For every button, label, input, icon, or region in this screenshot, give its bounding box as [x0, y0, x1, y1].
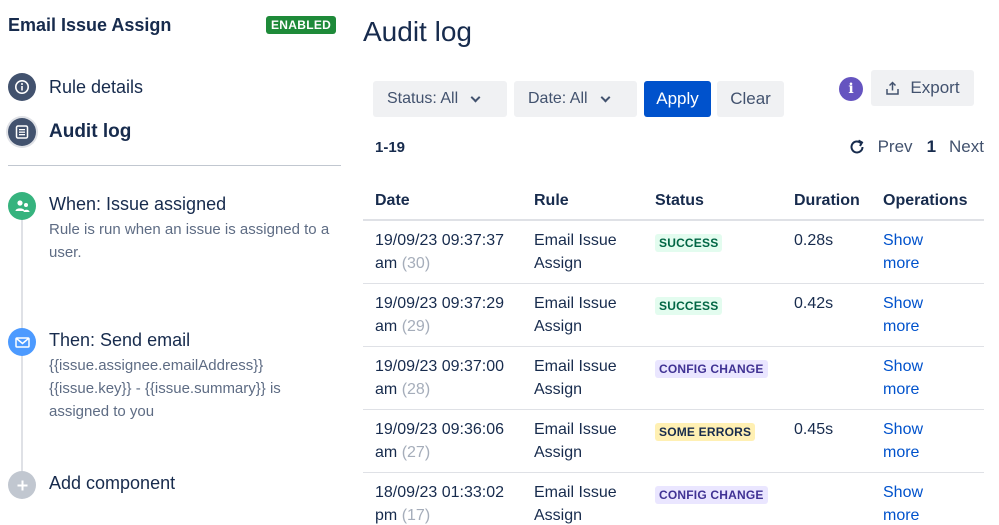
status-lozenge: CONFIG CHANGE	[655, 486, 768, 504]
row-date-text: 19/09/23 09:36:06 am	[375, 421, 505, 461]
table-row: 18/09/23 01:33:02 pm (17) Email Issue Ass…	[363, 473, 984, 525]
status-filter-label: Status: All	[387, 90, 459, 107]
column-header-date: Date	[375, 192, 410, 209]
row-duration: 0.42s	[794, 295, 834, 312]
status-badge[interactable]: ENABLED	[266, 16, 337, 34]
date-filter-label: Date: All	[528, 90, 588, 107]
row-rule: Email Issue Assign	[534, 358, 617, 398]
status-lozenge: CONFIG CHANGE	[655, 360, 768, 378]
row-rule: Email Issue Assign	[534, 484, 617, 524]
export-icon	[886, 80, 900, 95]
row-rule: Email Issue Assign	[534, 295, 617, 335]
component-title: Then: Send email	[49, 330, 191, 350]
result-range: 1-19	[375, 139, 406, 156]
sidebar: Email Issue Assign ENABLED Rule details …	[0, 0, 350, 525]
audit-table: Date Rule Status Duration Operations 19/…	[363, 182, 984, 525]
row-duration: 0.45s	[794, 421, 834, 438]
row-run-count: (28)	[401, 381, 431, 398]
component-title: When: Issue assigned	[49, 194, 227, 214]
row-date: 19/09/23 09:36:06 am (27)	[375, 418, 525, 464]
table-row: 19/09/23 09:36:06 am (27) Email Issue Ass…	[363, 410, 984, 473]
row-rule: Email Issue Assign	[534, 232, 617, 272]
clear-button[interactable]: Clear	[717, 81, 784, 117]
row-date: 19/09/23 09:37:00 am (28)	[375, 355, 525, 401]
next-page-button[interactable]: Next	[949, 137, 984, 157]
row-operations: Show more	[883, 418, 943, 464]
info-icon[interactable]: i	[839, 77, 863, 101]
plus-icon	[8, 471, 36, 499]
chevron-down-icon	[600, 92, 611, 102]
row-date-text: 19/09/23 09:37:37 am	[375, 232, 505, 272]
row-run-count: (30)	[401, 255, 431, 272]
pagination: Prev 1 Next	[848, 137, 984, 157]
row-run-count: (27)	[401, 444, 431, 461]
status-filter-dropdown[interactable]: Status: All	[373, 81, 507, 117]
refresh-icon[interactable]	[848, 138, 878, 156]
row-date-text: 19/09/23 09:37:29 am	[375, 295, 505, 335]
prev-page-button[interactable]: Prev	[878, 137, 913, 157]
row-operations: Show more	[883, 292, 943, 338]
sidebar-item-label: Rule details	[49, 76, 144, 97]
column-header-rule: Rule	[534, 192, 569, 209]
apply-button[interactable]: Apply	[644, 81, 711, 117]
status-lozenge: SUCCESS	[655, 234, 723, 252]
table-row: 19/09/23 09:37:29 am (29) Email Issue Ass…	[363, 284, 984, 347]
column-header-duration: Duration	[794, 192, 860, 209]
row-run-count: (17)	[401, 507, 431, 524]
chevron-down-icon	[470, 92, 481, 102]
mail-icon	[8, 328, 36, 356]
show-more-link[interactable]: Show more	[883, 421, 923, 461]
row-operations: Show more	[883, 355, 943, 401]
export-label: Export	[910, 78, 960, 97]
user-assign-icon	[8, 192, 36, 220]
table-row: 19/09/23 09:37:37 am (30) Email Issue Ass…	[363, 221, 984, 284]
component-description: Rule is run when an issue is assigned to…	[49, 221, 330, 261]
row-date-text: 19/09/23 09:37:00 am	[375, 358, 505, 398]
status-lozenge: SOME ERRORS	[655, 423, 756, 441]
column-header-status: Status	[655, 192, 704, 209]
table-row: 19/09/23 09:37:00 am (28) Email Issue Ass…	[363, 347, 984, 410]
row-duration: 0.28s	[794, 232, 834, 249]
row-status: CONFIG CHANGE	[655, 483, 768, 506]
row-rule: Email Issue Assign	[534, 421, 617, 461]
row-date: 19/09/23 09:37:29 am (29)	[375, 292, 525, 338]
row-status: SUCCESS	[655, 231, 723, 254]
date-filter-dropdown[interactable]: Date: All	[514, 81, 637, 117]
show-more-link[interactable]: Show more	[883, 484, 923, 524]
row-operations: Show more	[883, 229, 943, 275]
rule-title: Email Issue Assign	[8, 15, 172, 35]
row-operations: Show more	[883, 481, 943, 525]
export-button[interactable]: Export	[871, 70, 974, 106]
divider	[8, 165, 341, 166]
sidebar-item-rule-details[interactable]: Rule details	[8, 73, 143, 101]
table-body: 19/09/23 09:37:37 am (30) Email Issue Ass…	[363, 221, 984, 525]
sidebar-item-label: Audit log	[49, 121, 132, 142]
row-status: SOME ERRORS	[655, 420, 756, 443]
row-status: CONFIG CHANGE	[655, 357, 768, 380]
row-run-count: (29)	[401, 318, 431, 335]
row-date-text: 18/09/23 01:33:02 pm	[375, 484, 505, 524]
show-more-link[interactable]: Show more	[883, 358, 923, 398]
show-more-link[interactable]: Show more	[883, 232, 923, 272]
show-more-link[interactable]: Show more	[883, 295, 923, 335]
table-header: Date Rule Status Duration Operations	[363, 182, 984, 221]
info-icon	[8, 73, 36, 101]
row-date: 19/09/23 09:37:37 am (30)	[375, 229, 525, 275]
component-description: {{issue.assignee.emailAddress}} {{issue.…	[49, 357, 281, 420]
status-lozenge: SUCCESS	[655, 297, 723, 315]
column-header-operations: Operations	[883, 192, 968, 209]
current-page: 1	[926, 137, 937, 156]
list-icon	[8, 118, 36, 146]
page-title: Audit log	[363, 16, 472, 47]
row-date: 18/09/23 01:33:02 pm (17)	[375, 481, 525, 525]
component-title: Add component	[49, 473, 176, 493]
audit-log-panel: Audit log Status: All Date: All Apply Cl…	[363, 0, 999, 525]
sidebar-item-audit-log[interactable]: Audit log	[8, 118, 131, 146]
row-status: SUCCESS	[655, 294, 723, 317]
